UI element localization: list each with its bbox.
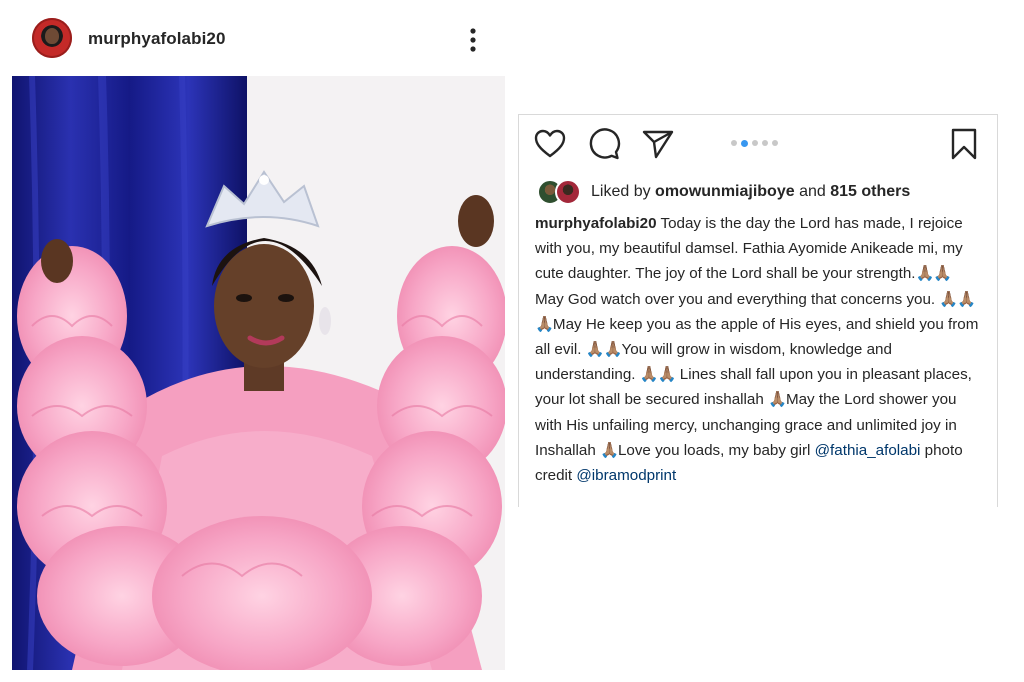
- likes-row: Liked by omowunmiajiboye and 815 others: [537, 179, 910, 205]
- pray-emoji-icon: 🙏🏽: [600, 441, 619, 459]
- likes-prefix: Liked by: [591, 183, 651, 200]
- likes-summary: Liked by omowunmiajiboye and 815 others: [591, 183, 910, 201]
- send-icon[interactable]: [641, 127, 675, 161]
- mention-link[interactable]: @fathia_afolabi: [815, 442, 921, 459]
- caption-text: Love you loads, my baby girl: [617, 441, 815, 459]
- heart-icon[interactable]: [533, 127, 567, 161]
- carousel-indicator: [731, 139, 778, 147]
- bookmark-icon[interactable]: [947, 127, 981, 161]
- carousel-dot-active: [741, 139, 748, 147]
- carousel-dot: [752, 140, 758, 146]
- caption-card: Liked by omowunmiajiboye and 815 others …: [518, 114, 998, 507]
- carousel-dot: [731, 140, 737, 146]
- comment-icon[interactable]: [587, 127, 621, 161]
- carousel-dot: [772, 140, 778, 146]
- post-photo[interactable]: [12, 76, 505, 670]
- post-username[interactable]: murphyafolabi20: [88, 29, 226, 49]
- carousel-dot: [762, 140, 768, 146]
- liker-username[interactable]: omowunmiajiboye: [655, 183, 795, 200]
- post-caption: murphyafolabi20 Today is the day the Lor…: [535, 211, 983, 488]
- pray-emoji-icon: 🙏🏽🙏🏽: [915, 265, 953, 283]
- likes-conjunction: and: [799, 183, 826, 200]
- caption-text: May God watch over you and everything th…: [535, 290, 940, 308]
- mention-link[interactable]: @ibramodprint: [576, 467, 676, 484]
- photo-illustration: [12, 76, 505, 670]
- post-header: murphyafolabi20: [0, 0, 505, 76]
- pray-emoji-icon: 🙏🏽: [768, 391, 787, 409]
- pray-emoji-icon: 🙏🏽🙏🏽: [639, 366, 677, 384]
- avatar[interactable]: [32, 18, 72, 58]
- likes-others-link[interactable]: 815 others: [830, 183, 910, 200]
- liker-avatar[interactable]: [555, 179, 581, 205]
- pray-emoji-icon: 🙏🏽🙏🏽: [585, 341, 623, 359]
- caption-username[interactable]: murphyafolabi20: [535, 215, 657, 232]
- more-vertical-icon[interactable]: [464, 26, 482, 54]
